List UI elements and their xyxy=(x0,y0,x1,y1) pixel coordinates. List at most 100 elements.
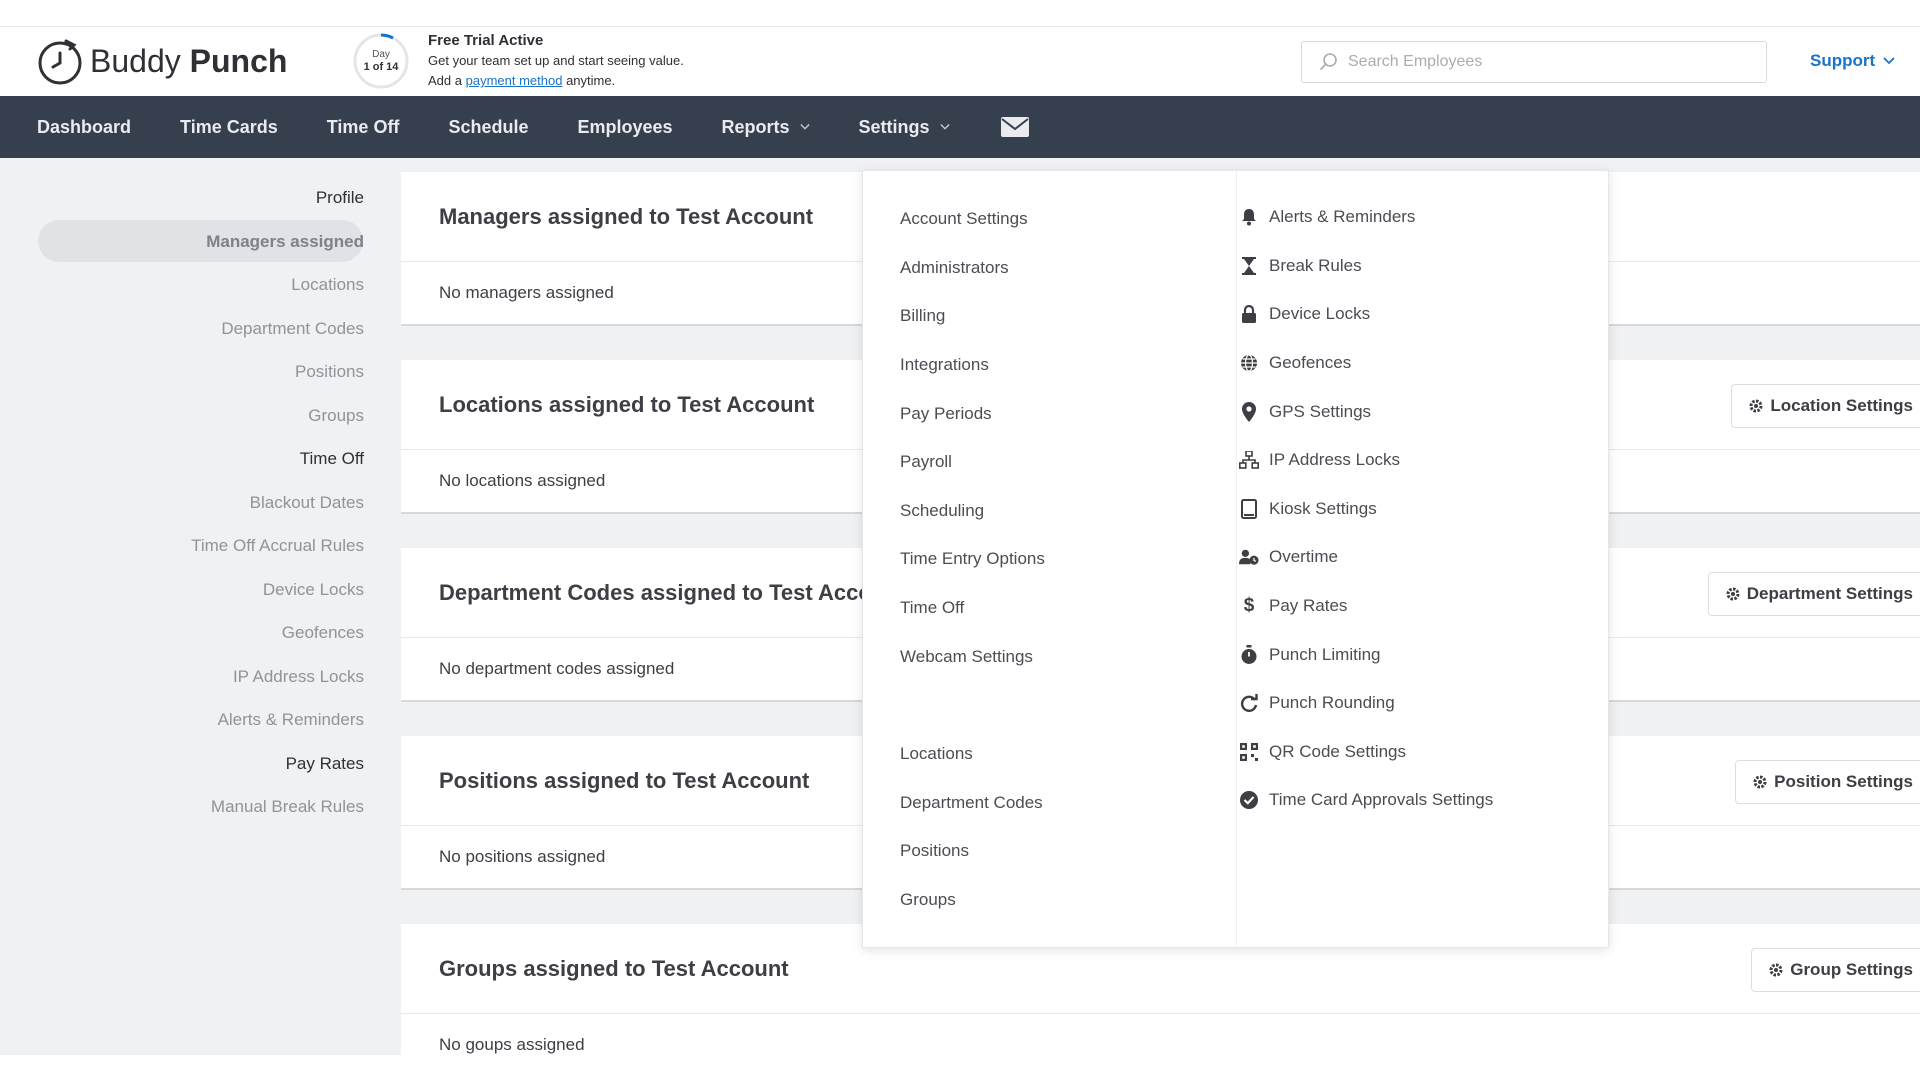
globe-icon xyxy=(1239,353,1259,373)
nav-employees[interactable]: Employees xyxy=(577,96,672,158)
menu-item-time-off[interactable]: Time Off xyxy=(900,598,964,618)
sidebar-item-pay-rates[interactable]: Pay Rates xyxy=(286,754,364,774)
menu-item-punch-limiting[interactable]: Punch Limiting xyxy=(1239,645,1381,665)
sidebar-item-ip-address-locks[interactable]: IP Address Locks xyxy=(233,667,364,687)
trial-progress-ring: Day 1 of 14 xyxy=(352,32,410,90)
search-icon xyxy=(1320,53,1337,70)
menu-item-account-settings[interactable]: Account Settings xyxy=(900,209,1028,229)
sidebar-item-time-off-accrual-rules[interactable]: Time Off Accrual Rules xyxy=(191,536,364,556)
search-employees-input[interactable] xyxy=(1348,53,1748,71)
sidebar-item-geofences[interactable]: Geofences xyxy=(282,623,364,643)
network-icon xyxy=(1239,450,1259,470)
menu-item-gps-settings[interactable]: GPS Settings xyxy=(1239,402,1371,422)
top-strip xyxy=(0,0,1920,26)
trial-title: Free Trial Active xyxy=(428,32,544,49)
group-settings-button[interactable]: Group Settings xyxy=(1751,948,1920,992)
gear-icon xyxy=(1726,587,1740,601)
menu-item-webcam-settings[interactable]: Webcam Settings xyxy=(900,647,1033,667)
menu-item-time-card-approvals-settings[interactable]: Time Card Approvals Settings xyxy=(1239,790,1493,810)
support-label: Support xyxy=(1810,51,1876,70)
menu-item-locations[interactable]: Locations xyxy=(900,744,973,764)
brand-name: Buddy Punch xyxy=(90,42,288,79)
menu-divider xyxy=(1236,171,1237,947)
employee-sidebar: Profile Managers assigned Locations Depa… xyxy=(0,158,400,1055)
card-title: Groups assigned to Test Account xyxy=(439,955,789,981)
nav-reports[interactable]: Reports xyxy=(722,96,810,158)
menu-item-groups[interactable]: Groups xyxy=(900,890,956,910)
check-circle-icon xyxy=(1239,790,1259,810)
tablet-icon xyxy=(1239,499,1259,519)
nav-settings[interactable]: Settings xyxy=(859,96,950,158)
sidebar-item-locations[interactable]: Locations xyxy=(291,275,364,295)
stopwatch-logo-icon xyxy=(38,39,82,85)
menu-item-break-rules[interactable]: Break Rules xyxy=(1239,256,1362,276)
menu-item-alerts-reminders[interactable]: Alerts & Reminders xyxy=(1239,207,1415,227)
nav-messages[interactable] xyxy=(1000,96,1029,158)
trial-banner: Day 1 of 14 Free Trial Active Get your t… xyxy=(352,31,684,91)
menu-item-time-entry-options[interactable]: Time Entry Options xyxy=(900,549,1045,569)
card-title: Positions assigned to Test Account xyxy=(439,767,810,793)
sidebar-item-groups[interactable]: Groups xyxy=(308,406,364,426)
bottom-strip xyxy=(0,1055,1920,1080)
trial-day-count: 1 of 14 xyxy=(363,61,399,73)
rotate-icon xyxy=(1239,693,1259,713)
sidebar-item-time-off[interactable]: Time Off xyxy=(300,449,364,469)
dollar-icon: $ xyxy=(1243,595,1255,616)
sidebar-item-alerts-reminders[interactable]: Alerts & Reminders xyxy=(218,710,364,730)
sidebar-item-blackout-dates[interactable]: Blackout Dates xyxy=(250,493,364,513)
gear-icon xyxy=(1749,399,1763,413)
menu-item-billing[interactable]: Billing xyxy=(900,306,945,326)
nav-dashboard[interactable]: Dashboard xyxy=(37,96,131,158)
trial-day-label: Day xyxy=(372,49,390,60)
card-title: Department Codes assigned to Test Accoun… xyxy=(439,579,906,605)
support-menu[interactable]: Support xyxy=(1810,51,1895,71)
sidebar-item-managers-assigned[interactable]: Managers assigned xyxy=(206,232,364,252)
envelope-icon xyxy=(1000,117,1029,137)
gear-icon xyxy=(1769,963,1783,977)
menu-item-integrations[interactable]: Integrations xyxy=(900,355,989,375)
trial-line1: Get your team set up and start seeing va… xyxy=(428,53,684,68)
nav-schedule[interactable]: Schedule xyxy=(448,96,528,158)
sidebar-item-manual-break-rules[interactable]: Manual Break Rules xyxy=(211,797,364,817)
chevron-down-icon xyxy=(1883,57,1895,65)
sidebar-item-positions[interactable]: Positions xyxy=(295,362,364,382)
map-pin-icon xyxy=(1239,402,1259,422)
sidebar-item-profile[interactable]: Profile xyxy=(316,188,364,208)
qrcode-icon xyxy=(1239,742,1259,762)
gear-icon xyxy=(1753,775,1767,789)
chevron-down-icon xyxy=(939,124,950,130)
stopwatch-icon xyxy=(1239,645,1259,665)
department-settings-button[interactable]: Department Settings xyxy=(1707,572,1920,616)
menu-item-qr-code-settings[interactable]: QR Code Settings xyxy=(1239,742,1406,762)
menu-item-payroll[interactable]: Payroll xyxy=(900,452,952,472)
menu-item-punch-rounding[interactable]: Punch Rounding xyxy=(1239,693,1395,713)
bell-icon xyxy=(1239,207,1259,227)
menu-item-pay-rates[interactable]: $ Pay Rates xyxy=(1239,595,1348,616)
menu-item-department-codes[interactable]: Department Codes xyxy=(900,793,1043,813)
search-box[interactable] xyxy=(1301,41,1767,83)
menu-item-positions[interactable]: Positions xyxy=(900,841,969,861)
hourglass-icon xyxy=(1239,256,1259,276)
menu-item-pay-periods[interactable]: Pay Periods xyxy=(900,404,992,424)
settings-dropdown-menu: Account Settings Administrators Billing … xyxy=(862,170,1609,948)
user-clock-icon xyxy=(1239,547,1259,567)
chevron-down-icon xyxy=(799,124,810,130)
menu-item-geofences[interactable]: Geofences xyxy=(1239,353,1351,373)
main-nav: Dashboard Time Cards Time Off Schedule E… xyxy=(0,96,1920,158)
menu-item-device-locks[interactable]: Device Locks xyxy=(1239,304,1370,324)
menu-item-overtime[interactable]: Overtime xyxy=(1239,547,1338,567)
menu-item-administrators[interactable]: Administrators xyxy=(900,258,1009,278)
lock-icon xyxy=(1239,304,1259,324)
menu-item-kiosk-settings[interactable]: Kiosk Settings xyxy=(1239,499,1377,519)
trial-line2: Add a payment method anytime. xyxy=(428,73,616,88)
sidebar-item-department-codes[interactable]: Department Codes xyxy=(221,319,364,339)
brand-logo[interactable]: Buddy Punch xyxy=(36,37,287,85)
sidebar-item-device-locks[interactable]: Device Locks xyxy=(263,580,364,600)
payment-method-link[interactable]: payment method xyxy=(466,73,563,88)
location-settings-button[interactable]: Location Settings xyxy=(1731,384,1920,428)
nav-time-off[interactable]: Time Off xyxy=(327,96,400,158)
menu-item-scheduling[interactable]: Scheduling xyxy=(900,501,984,521)
menu-item-ip-address-locks[interactable]: IP Address Locks xyxy=(1239,450,1400,470)
nav-time-cards[interactable]: Time Cards xyxy=(180,96,278,158)
position-settings-button[interactable]: Position Settings xyxy=(1735,760,1920,804)
